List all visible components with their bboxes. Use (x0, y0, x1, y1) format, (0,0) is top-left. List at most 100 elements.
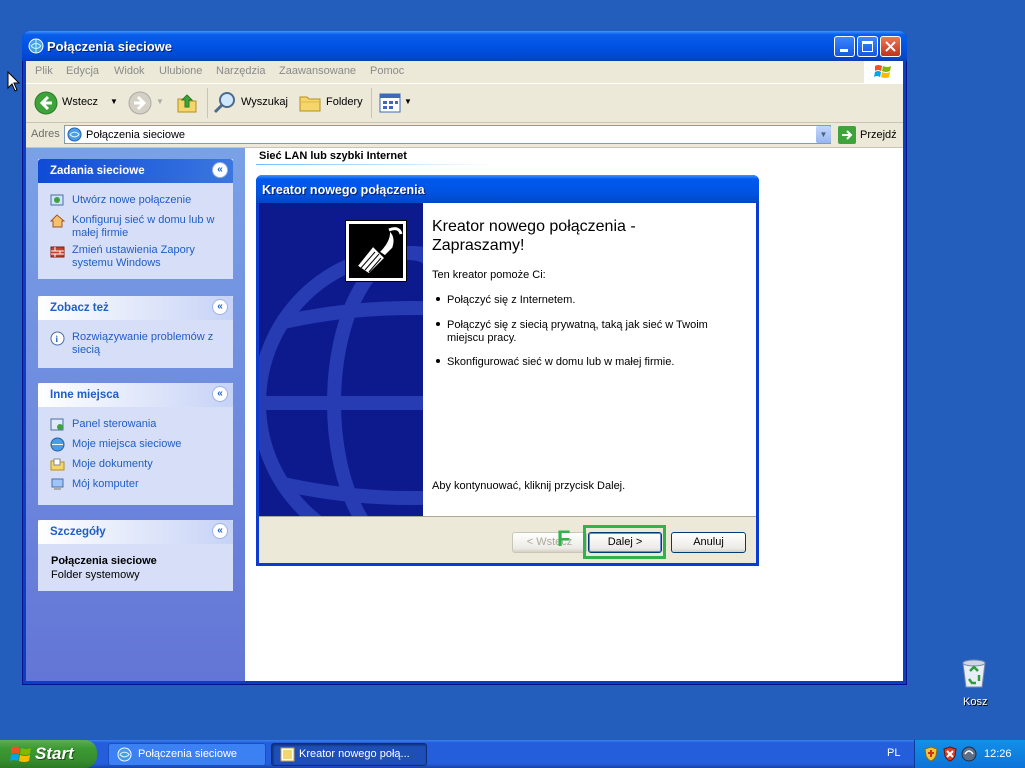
back-button[interactable]: < Wstecz (512, 532, 587, 553)
go-button[interactable]: Przejdź (838, 125, 902, 145)
minimize-button[interactable] (834, 36, 855, 57)
taskbar-item-label: Kreator nowego połą... (299, 748, 410, 760)
language-indicator[interactable]: PL (887, 747, 900, 759)
toolbar-separator (207, 88, 208, 118)
maximize-icon (862, 41, 873, 52)
wizard-title: Kreator nowego połączenia (262, 183, 425, 197)
search-label: Wyszukaj (241, 96, 288, 108)
search-icon (213, 92, 235, 114)
go-arrow-icon (838, 126, 856, 144)
views-icon (379, 93, 401, 113)
recycle-bin-desktop-icon[interactable]: Kosz (948, 657, 1000, 713)
bullet-icon (436, 297, 440, 301)
views-dropdown-icon[interactable]: ▼ (404, 97, 412, 106)
menu-edit[interactable]: Edycja (66, 65, 99, 77)
wizard-divider (259, 516, 756, 517)
taskbar-item-wizard[interactable]: Kreator nowego połą... (271, 743, 427, 766)
address-field[interactable]: Połączenia sieciowe (64, 125, 831, 144)
my-computer-icon (51, 478, 64, 490)
details-panel: Szczegóły « Połączenia sieciowe Folder s… (38, 520, 233, 591)
network-places-icon (50, 437, 65, 452)
menu-file[interactable]: Plik (35, 65, 53, 77)
panel-header[interactable]: Zobacz też « (38, 296, 233, 320)
panel-header[interactable]: Inne miejsca « (38, 383, 233, 407)
up-folder-icon[interactable] (175, 91, 199, 115)
menu-advanced[interactable]: Zaawansowane (279, 65, 356, 77)
wizard-window-icon (280, 747, 295, 762)
task-configure-home-network[interactable]: Konfiguruj sieć w domu lub w małej firmi… (72, 214, 222, 240)
close-button[interactable] (880, 36, 901, 57)
folders-button[interactable]: Foldery (298, 90, 366, 116)
security-alert-shield-icon[interactable] (943, 746, 957, 762)
forward-button[interactable]: ▼ (128, 90, 164, 116)
windows-flag-icon (10, 746, 31, 762)
standard-toolbar: Wstecz ▼ ▼ Wyszukaj Foldery ▼ (26, 84, 903, 123)
mouse-cursor-icon (7, 71, 21, 92)
address-bar: Adres Połączenia sieciowe ▼ Przejdź (26, 123, 903, 148)
wizard-continue-text: Aby kontynuować, kliknij przycisk Dalej. (432, 480, 626, 492)
panel-title: Zadania sieciowe (50, 165, 145, 177)
collapse-chevron-icon[interactable]: « (212, 523, 228, 539)
folders-icon (299, 96, 321, 112)
my-documents-icon (50, 458, 65, 471)
task-change-firewall-settings[interactable]: Zmień ustawienia Zapory systemu Windows (72, 244, 222, 270)
panel-header[interactable]: Zadania sieciowe « (38, 159, 233, 183)
network-cable-icon (345, 220, 407, 282)
menu-favorites[interactable]: Ulubione (159, 65, 202, 77)
cancel-button[interactable]: Anuluj (671, 532, 746, 553)
next-button[interactable]: Dalej > (588, 532, 662, 553)
window-title: Połączenia sieciowe (47, 39, 173, 54)
menu-tools[interactable]: Narzędzia (216, 65, 266, 77)
forward-dropdown-icon[interactable]: ▼ (156, 97, 164, 106)
clock[interactable]: 12:26 (984, 748, 1012, 760)
menu-help[interactable]: Pomoc (370, 65, 404, 77)
control-panel-icon (50, 418, 64, 431)
address-label: Adres (31, 128, 60, 140)
link-my-network-places[interactable]: Moje miejsca sieciowe (72, 438, 181, 451)
forward-arrow-icon (128, 91, 152, 115)
recycle-bin-icon (962, 659, 986, 688)
panel-header[interactable]: Szczegóły « (38, 520, 233, 544)
back-button[interactable]: Wstecz ▼ (34, 90, 120, 116)
details-type: Folder systemowy (51, 569, 140, 581)
bullet-icon (436, 359, 440, 363)
wizard-bullet: Połączyć się z siecią prywatną, taką jak… (447, 319, 708, 344)
wizard-side-banner (259, 203, 423, 516)
window-titlebar[interactable]: Połączenia sieciowe (22, 31, 907, 61)
start-label: Start (35, 744, 74, 763)
help-info-icon: i (50, 331, 65, 346)
task-create-connection[interactable]: Utwórz nowe połączenie (72, 194, 227, 207)
new-connection-wizard-dialog: Kreator nowego połączenia Kreator nowego… (256, 175, 759, 566)
taskbar-item-label: Połączenia sieciowe (138, 748, 238, 760)
start-button[interactable]: Start (0, 740, 97, 768)
back-dropdown-icon[interactable]: ▼ (110, 97, 118, 106)
panel-title: Inne miejsca (50, 389, 120, 401)
collapse-chevron-icon[interactable]: « (212, 162, 228, 178)
maximize-button[interactable] (857, 36, 878, 57)
menu-view[interactable]: Widok (114, 65, 145, 77)
link-troubleshooting[interactable]: Rozwiązywanie problemów z siecią (72, 331, 222, 357)
search-button[interactable]: Wyszukaj (213, 90, 288, 116)
views-button[interactable]: ▼ (377, 90, 413, 116)
link-my-documents[interactable]: Moje dokumenty (72, 458, 153, 471)
taskbar-item-network-connections[interactable]: Połączenia sieciowe (108, 743, 266, 766)
link-my-computer[interactable]: Mój komputer (72, 478, 139, 491)
wizard-body: Kreator nowego połączenia - Zapraszamy! … (259, 203, 756, 563)
security-center-shield-icon[interactable] (924, 746, 938, 762)
collapse-chevron-icon[interactable]: « (212, 386, 228, 402)
other-places-panel: Inne miejsca « Panel sterowania Moje mie… (38, 383, 233, 505)
new-connection-icon (50, 194, 64, 206)
close-icon (885, 41, 896, 52)
network-connections-icon (28, 38, 44, 54)
link-control-panel[interactable]: Panel sterowania (72, 418, 156, 431)
wizard-intro: Ten kreator pomoże Ci: (432, 269, 546, 281)
collapse-chevron-icon[interactable]: « (212, 299, 228, 315)
address-dropdown-button[interactable]: ▼ (816, 126, 831, 143)
volume-tray-icon[interactable] (961, 746, 977, 762)
group-header: Sieć LAN lub szybki Internet (259, 150, 407, 162)
panel-title: Szczegóły (50, 526, 106, 538)
toolbar-separator (371, 88, 372, 118)
network-connections-icon (67, 127, 82, 142)
wizard-titlebar[interactable]: Kreator nowego połączenia (256, 175, 759, 203)
recycle-bin-label: Kosz (963, 696, 988, 708)
